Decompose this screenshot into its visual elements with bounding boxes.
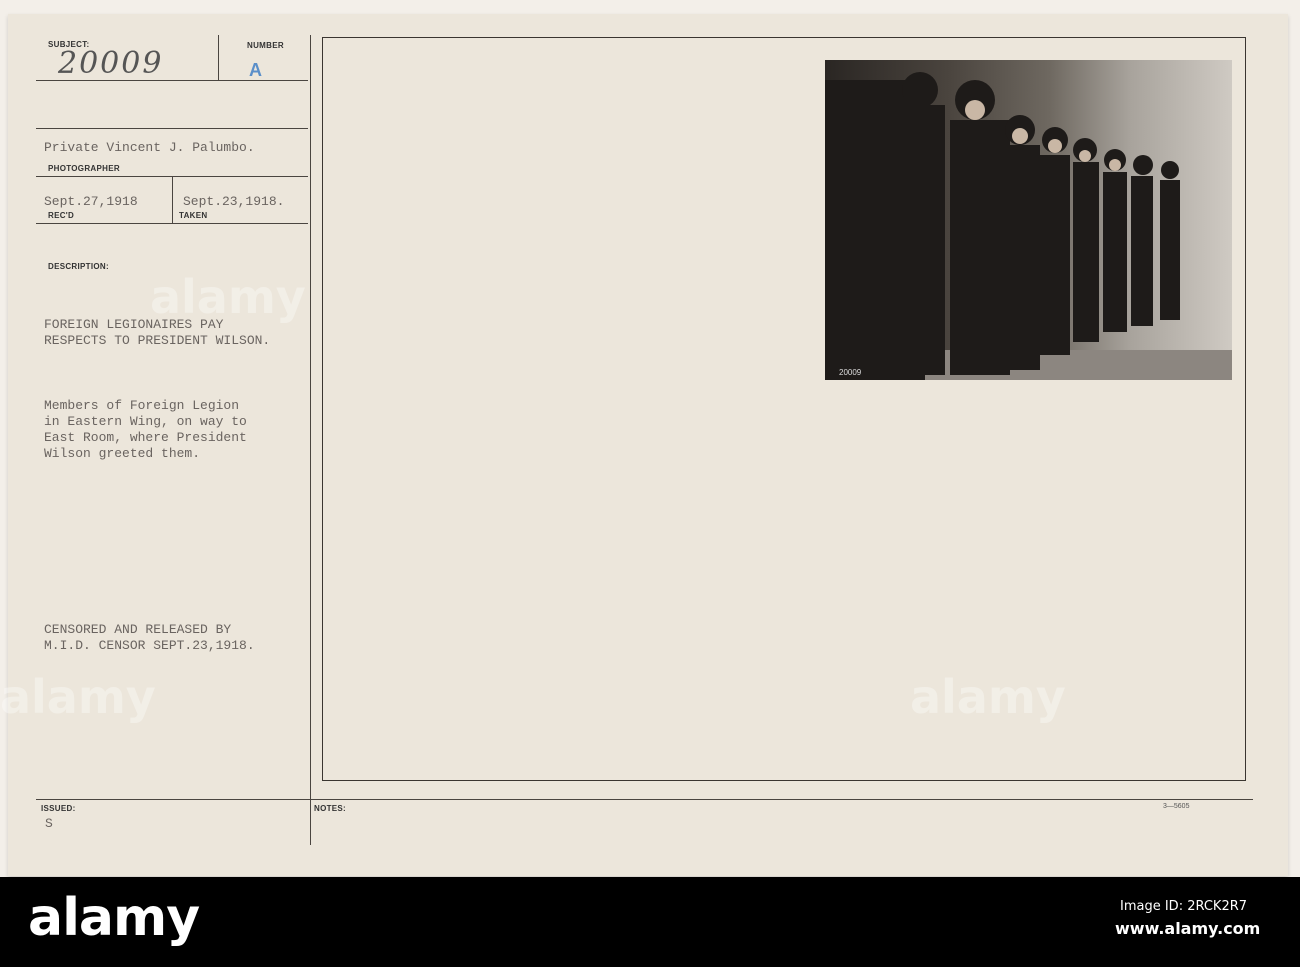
number-divider — [218, 35, 219, 81]
description-text: Members of Foreign Legion in Eastern Win… — [44, 398, 247, 461]
received-value: Sept.27,1918 — [44, 194, 138, 209]
site-link[interactable]: www.alamy.com — [1115, 919, 1260, 938]
number-value: A — [249, 60, 262, 80]
bottom-rule — [36, 799, 1253, 800]
photograph-soldiers: 20009 — [825, 60, 1232, 380]
image-id: Image ID: 2RCK2R7 — [1120, 899, 1248, 914]
photographer-value: Private Vincent J. Palumbo. — [44, 140, 255, 155]
rule — [36, 223, 308, 224]
photographer-label: PHOTOGRAPHER — [48, 164, 120, 173]
form-number: 3—5605 — [1163, 803, 1190, 810]
photo-caption: 20009 — [839, 368, 862, 377]
received-label: REC'D — [48, 211, 75, 220]
alamy-watermark: alamy — [910, 670, 1066, 724]
date-divider — [172, 176, 173, 223]
rule — [36, 128, 308, 129]
censor-note: CENSORED AND RELEASED BY M.I.D. CENSOR S… — [44, 622, 255, 653]
alamy-logo: alamy — [28, 888, 200, 948]
taken-label: TAKEN — [179, 211, 208, 220]
issued-label: ISSUED: — [41, 804, 76, 813]
alamy-watermark: alamy — [0, 670, 156, 724]
taken-value: Sept.23,1918. — [183, 194, 285, 209]
issued-value: S — [45, 816, 53, 831]
alamy-watermark: alamy — [150, 270, 306, 324]
description-label: DESCRIPTION: — [48, 262, 109, 271]
subject-value: 20009 — [58, 46, 164, 81]
column-divider — [310, 35, 311, 845]
notes-label: NOTES: — [314, 804, 347, 813]
number-label: NUMBER — [247, 41, 284, 50]
